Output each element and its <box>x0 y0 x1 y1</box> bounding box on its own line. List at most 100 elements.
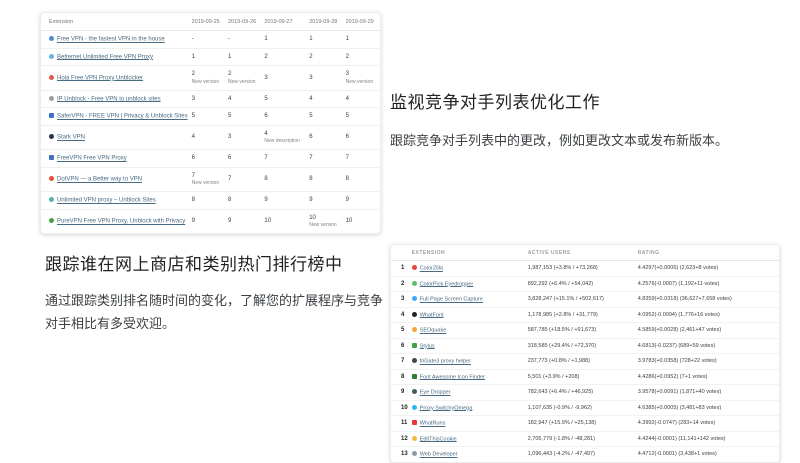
extension-cell: ColorPick Eyedropper <box>409 276 526 292</box>
extension-link[interactable]: Stark VPN <box>57 135 85 141</box>
feature-rank-body: 通过跟踪类别排名随时间的变化，了解您的扩展程序与竞争对手相比有多受欢迎。 <box>45 293 384 332</box>
extension-link[interactable]: WhatFont <box>420 312 444 318</box>
extension-cell: SEOquake <box>409 322 526 339</box>
rating-cell: 4.4712(-0.0001) (3,438+1 votes) <box>637 451 717 458</box>
rank-table-body: Free VPN - the fastest VPN in the house -… <box>41 30 380 234</box>
rating-cell: 4.2576(-0.0007) (1,192+11 votes) <box>635 276 779 292</box>
stats-table-row: 10 Proxy SwitchyOmega 1,107,635 (-0.9% / -… <box>391 400 779 416</box>
rank-number: 6 <box>391 338 410 354</box>
feature-rank-section: 跟踪谁在网上商店和类别热门排行榜中 通过跟踪类别排名随时间的变化，了解您的扩展程… <box>45 250 395 336</box>
extension-link[interactable]: Hola Free VPN Proxy Unblocker <box>57 75 143 81</box>
extension-link[interactable]: Unlimited VPN proxy – Unblock Sites <box>57 198 156 204</box>
rank-table-row: SaferVPN - FREE VPN | Privacy & Unblock … <box>41 107 380 126</box>
extension-link[interactable]: Eye Dropper <box>420 390 451 396</box>
extension-link[interactable]: EditThisCookie <box>420 436 457 442</box>
extension-link[interactable]: FreeVPN Free VPN Proxy <box>57 156 127 162</box>
stats-table-row: 11 WhatRuns 182,947 (+15.9% / +25,138) 4.39… <box>391 415 779 432</box>
rank-table-row: PureVPN Free VPN Proxy, Unblock with Pri… <box>41 209 380 233</box>
active-users-cell: 1,987,153 (+3.8% / +73,268) <box>525 260 636 277</box>
feature-monitor-section: 监视竞争对手列表优化工作 跟踪竞争对手列表中的更改，例如更改文本或发布新版本。 <box>390 88 780 152</box>
extension-cell: WhatFont <box>409 307 526 323</box>
stats-table-header-row: Extension Active users Rating <box>391 245 779 261</box>
rank-value-cell: 8 <box>189 191 226 210</box>
extension-link[interactable]: SaferVPN - FREE VPN | Privacy & Unblock … <box>57 114 188 120</box>
rating-cell: 4.3992(-0.0747) (283+14 votes) <box>635 415 779 432</box>
rank-value: - <box>228 36 230 43</box>
rank-value: 4 <box>264 130 268 137</box>
rank-table-row: IP Unblock - Free VPN to unblock sites 3 4… <box>41 90 380 108</box>
rank-value: 1 <box>264 36 268 43</box>
rank-value-cell: 5 <box>262 90 308 108</box>
rating-cell: 4.8359(+0.0318) (36,627+7,658 votes) <box>635 291 779 308</box>
page: { "rank_table": { "columns": ["Extension… <box>0 0 800 463</box>
rank-change-note: New version <box>309 222 337 228</box>
rank-value: 7 <box>309 155 313 162</box>
stats-col-active-users: Active users <box>525 245 636 261</box>
rank-value-cell: 1 <box>307 30 344 49</box>
rank-value: 9 <box>228 218 232 225</box>
active-users-cell: 237,773 (+0.8% / +1,988) <box>525 353 636 370</box>
extension-link[interactable]: WhatRuns <box>420 421 446 427</box>
extension-link[interactable]: friGate3 proxy helper <box>420 359 471 365</box>
rating-cell: 4.4244(-0.0001) (11,141+142 votes) <box>635 431 779 447</box>
rank-value-cell: 4 <box>343 90 380 108</box>
extension-cell: ColorZilla <box>409 260 526 277</box>
rank-value-cell: 2 New version <box>189 65 226 91</box>
extension-link[interactable]: Proxy SwitchyOmega <box>420 405 473 411</box>
stats-col-rank <box>391 245 410 261</box>
extension-link[interactable]: SEOquake <box>420 328 447 334</box>
rank-value: 2 <box>309 53 313 60</box>
whatfont-icon <box>411 311 417 317</box>
rating-cell: 3.9783(+0.0358) (728+22 votes) <box>635 353 779 370</box>
rank-value: 5 <box>345 113 349 120</box>
camera-icon <box>411 296 417 301</box>
extension-cell: FreeVPN Free VPN Proxy <box>41 149 190 168</box>
rank-value-cell: 1 <box>189 48 226 66</box>
rank-value: 4 <box>345 95 349 102</box>
rank-value: 3 <box>345 71 349 77</box>
rank-value-cell: 10 New version <box>307 209 343 233</box>
flag-icon <box>411 373 417 379</box>
rank-change-note: New version <box>345 78 374 85</box>
feature-monitor-title: 监视竞争对手列表优化工作 <box>390 93 600 112</box>
rank-table-row: Stark VPN 4 3 4 New description 6 6 <box>41 125 380 150</box>
extension-link[interactable]: Font Awesome Icon Finder <box>420 374 485 380</box>
extension-link[interactable]: ColorPick Eyedropper <box>420 281 474 287</box>
rank-history-table-card: Extension 2019-09-25 2019-09-26 2019-09-27 2… <box>40 12 381 234</box>
extension-cell: Stylus <box>409 338 526 354</box>
rank-value: 4 <box>228 95 232 102</box>
rating-cell: 4.6813(-0.0237) (689+59 votes) <box>635 338 779 354</box>
rating-cell: 4.4297(+0.0006) (2,623+8 votes) <box>635 260 779 277</box>
rank-table-row: Betternet Unlimited Free VPN Proxy 1 1 2 2 2 <box>41 48 380 66</box>
rank-col-date: 2019-09-29 <box>343 13 380 31</box>
active-users-cell: 318,585 (+29.4% / +72,370) <box>525 338 636 354</box>
extension-link[interactable]: IP Unblock - Free VPN to unblock sites <box>57 96 161 102</box>
rating-cell: 4.6385(+0.0005) (3,481+83 votes) <box>635 400 779 416</box>
extension-link[interactable]: Betternet Unlimited Free VPN Proxy <box>57 54 153 60</box>
extension-link[interactable]: ColorZilla <box>420 266 443 272</box>
rank-value: 6 <box>228 155 232 162</box>
extension-link[interactable]: Stylus <box>420 343 435 349</box>
rank-number: 2 <box>391 276 410 292</box>
extension-link[interactable]: PureVPN Free VPN Proxy, Unblock with Pri… <box>57 219 185 225</box>
extension-link[interactable]: DotVPN — a Better way to VPN <box>57 177 142 183</box>
top-extensions-table: Extension Active users Rating 1 ColorZill… <box>391 245 779 462</box>
cookie-icon <box>411 435 417 441</box>
switchyomega-icon <box>411 404 417 410</box>
rank-value: 1 <box>345 36 349 43</box>
rank-col-date: 2019-09-26 <box>226 13 263 31</box>
stats-col-extension: Extension <box>409 245 526 261</box>
extension-cell: SaferVPN - FREE VPN | Privacy & Unblock … <box>41 107 190 126</box>
active-users-cell: 2,705,779 (-1.8% / -48,281) <box>525 431 636 447</box>
gear-icon <box>411 451 417 456</box>
rank-value: 3 <box>191 95 195 102</box>
stats-table-row: 6 Stylus 318,585 (+29.4% / +72,370) 4.6813(… <box>391 338 779 354</box>
active-users-cell: 587,785 (+18.5% / +91,673) <box>525 322 636 339</box>
rank-value: 4 <box>191 134 195 141</box>
extension-link[interactable]: Free VPN - the fastest VPN in the house <box>57 37 165 43</box>
rank-value: 7 <box>264 155 268 162</box>
rank-table-row: Free VPN - the fastest VPN in the house -… <box>41 30 380 49</box>
extension-link[interactable]: Full Page Screen Capture <box>420 297 483 303</box>
extension-link[interactable]: Web Developer <box>420 452 458 458</box>
rank-history-table: Extension 2019-09-25 2019-09-26 2019-09-27 2… <box>41 13 380 233</box>
